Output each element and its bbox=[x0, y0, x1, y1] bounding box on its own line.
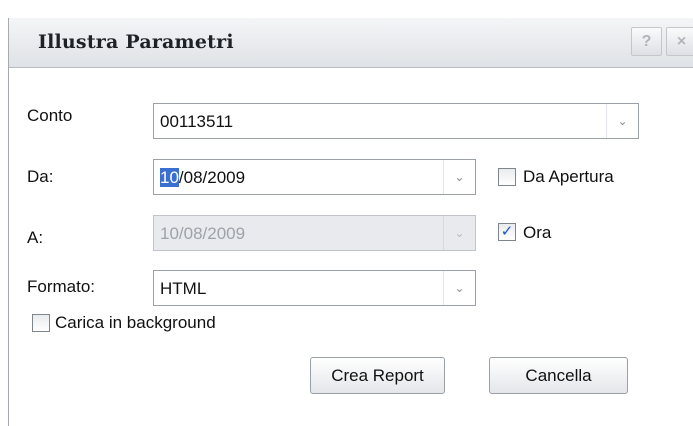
dialog-title: Illustra Parametri bbox=[38, 31, 234, 53]
close-button[interactable]: × bbox=[666, 27, 693, 56]
help-button[interactable]: ? bbox=[631, 27, 662, 56]
chevron-down-icon[interactable]: ⌄ bbox=[606, 104, 638, 138]
conto-label: Conto bbox=[27, 106, 73, 125]
ora-checkbox[interactable]: ✓ bbox=[498, 223, 516, 241]
formato-label: Formato: bbox=[27, 277, 96, 296]
carica-background-label[interactable]: Carica in background bbox=[55, 313, 216, 333]
conto-combobox[interactable]: 00113511 ⌄ bbox=[153, 103, 639, 139]
da-value-rest: /08/2009 bbox=[178, 168, 246, 187]
chevron-down-icon: ⌄ bbox=[443, 216, 475, 250]
chevron-down-icon[interactable]: ⌄ bbox=[443, 271, 475, 305]
da-label: Da: bbox=[27, 167, 54, 186]
close-icon: × bbox=[676, 33, 687, 50]
conto-value: 00113511 bbox=[160, 112, 234, 131]
a-value: 10/08/2009 bbox=[160, 224, 246, 243]
da-date-field[interactable]: 10/08/2009 ⌄ bbox=[153, 159, 476, 195]
da-apertura-checkbox[interactable] bbox=[498, 168, 516, 186]
da-apertura-label[interactable]: Da Apertura bbox=[523, 167, 614, 187]
formato-value: HTML bbox=[160, 279, 207, 298]
a-date-field: 10/08/2009 ⌄ bbox=[153, 215, 476, 251]
ora-label[interactable]: Ora bbox=[523, 223, 551, 243]
carica-background-checkbox[interactable] bbox=[32, 314, 50, 332]
check-icon: ✓ bbox=[500, 223, 514, 240]
da-value-selected: 10 bbox=[160, 168, 179, 187]
illustra-parametri-dialog: Illustra Parametri ? × Conto 00113511 ⌄ … bbox=[8, 18, 693, 426]
a-label: A: bbox=[27, 228, 44, 247]
da-value: 10/08/2009 bbox=[160, 168, 245, 188]
chevron-down-icon[interactable]: ⌄ bbox=[443, 160, 475, 194]
formato-combobox[interactable]: HTML ⌄ bbox=[153, 270, 476, 306]
crea-report-button[interactable]: Crea Report bbox=[310, 357, 445, 394]
dialog-titlebar[interactable]: Illustra Parametri ? × bbox=[9, 18, 693, 68]
help-icon: ? bbox=[641, 33, 652, 50]
cancella-button[interactable]: Cancella bbox=[489, 357, 628, 394]
